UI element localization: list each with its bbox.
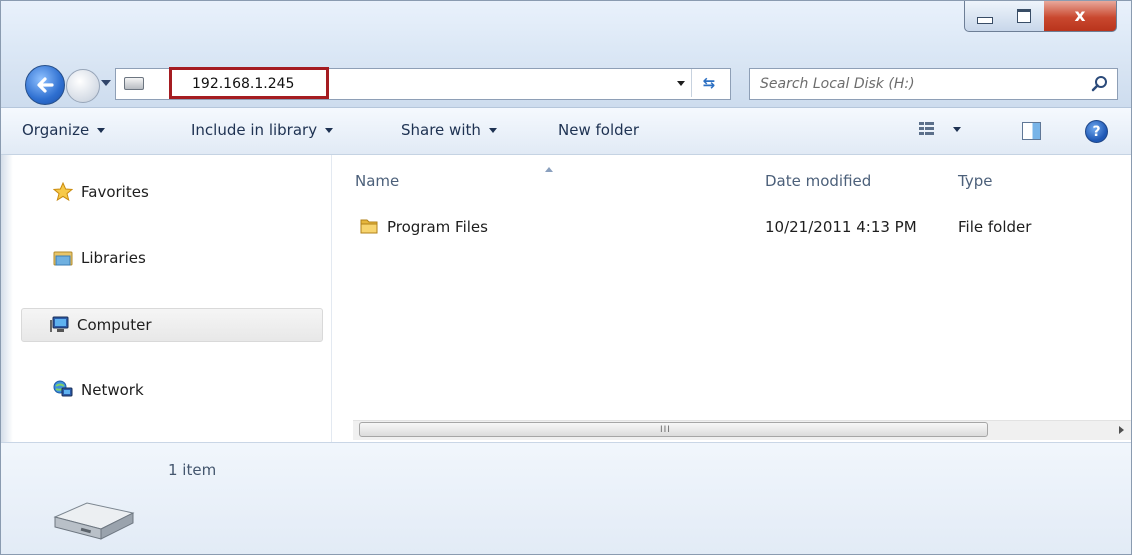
organize-menu[interactable]: Organize: [22, 121, 106, 139]
sidebar-item-label: Favorites: [81, 183, 149, 201]
search-input[interactable]: [760, 74, 1080, 94]
new-folder-label: New folder: [558, 121, 640, 139]
column-header-type[interactable]: Type: [958, 172, 992, 190]
chevron-down-icon: [97, 127, 106, 133]
explorer-window: x ⇆ Organize Include in library: [0, 0, 1132, 555]
star-icon: [53, 182, 73, 202]
title-bar: x: [1, 1, 1131, 59]
chevron-down-icon: [953, 126, 961, 132]
organize-label: Organize: [22, 121, 90, 139]
change-view-button[interactable]: [919, 122, 961, 136]
command-bar: Organize Include in library Share with N…: [1, 108, 1131, 155]
sidebar-item-libraries[interactable]: Libraries: [21, 242, 321, 274]
file-name: Program Files: [387, 218, 488, 236]
sidebar-item-label: Libraries: [81, 249, 146, 267]
file-type: File folder: [958, 218, 1032, 236]
column-header-name[interactable]: Name: [355, 172, 399, 190]
drive-icon: [53, 502, 135, 540]
file-list-pane: Name Date modified Type Program Files 10…: [332, 155, 1131, 442]
scrollbar-grip: III: [660, 425, 671, 435]
back-button[interactable]: [25, 65, 65, 105]
network-icon: [53, 380, 73, 397]
help-button[interactable]: ?: [1085, 120, 1108, 143]
sidebar-item-network[interactable]: Network: [21, 374, 321, 406]
scrollbar-thumb[interactable]: III: [359, 422, 988, 437]
sort-arrow-icon: [545, 167, 553, 172]
share-with-label: Share with: [401, 121, 481, 139]
file-row[interactable]: Program Files 10/21/2011 4:13 PM File fo…: [352, 213, 1112, 243]
include-in-library-menu[interactable]: Include in library: [191, 121, 334, 139]
maximize-button[interactable]: [1004, 1, 1045, 32]
close-icon: x: [1074, 6, 1086, 26]
recent-pages-dropdown[interactable]: [101, 80, 111, 86]
address-highlight-box: [169, 67, 329, 99]
include-in-library-label: Include in library: [191, 121, 318, 139]
item-count: 1 item: [168, 461, 217, 479]
folder-icon: [360, 219, 378, 234]
help-icon: ?: [1092, 123, 1101, 140]
search-icon[interactable]: [1091, 75, 1109, 93]
views-icon: [919, 122, 935, 136]
sidebar-item-favorites[interactable]: Favorites: [21, 176, 321, 208]
sidebar-item-label: Computer: [77, 316, 152, 334]
chevron-down-icon: [488, 127, 497, 133]
new-folder-button[interactable]: New folder: [558, 121, 639, 139]
libraries-icon: [53, 251, 73, 266]
address-dropdown[interactable]: [677, 81, 685, 86]
address-bar[interactable]: [115, 67, 731, 100]
maximize-icon: [1017, 9, 1031, 23]
back-arrow-icon: [37, 77, 54, 93]
refresh-button[interactable]: ⇆: [691, 69, 726, 97]
details-pane: 1 item: [1, 442, 1131, 554]
scroll-right-arrow-icon[interactable]: [1119, 426, 1124, 434]
minimize-icon: [977, 16, 993, 24]
forward-button[interactable]: [66, 69, 100, 103]
drive-icon: [124, 77, 144, 90]
minimize-button[interactable]: [964, 1, 1006, 32]
close-button[interactable]: x: [1044, 1, 1117, 32]
chevron-down-icon: [325, 127, 334, 133]
column-header-date-modified[interactable]: Date modified: [765, 172, 871, 190]
share-with-menu[interactable]: Share with: [401, 121, 497, 139]
horizontal-scrollbar[interactable]: III: [353, 420, 1131, 440]
sidebar-item-computer[interactable]: Computer: [21, 308, 323, 342]
preview-pane-button[interactable]: [1022, 122, 1041, 140]
navigation-pane-edge: [1, 155, 13, 442]
refresh-icon: ⇆: [702, 74, 716, 92]
file-date-modified: 10/21/2011 4:13 PM: [765, 218, 917, 236]
search-box[interactable]: [749, 68, 1118, 100]
sidebar-item-label: Network: [81, 381, 144, 399]
computer-icon: [50, 316, 69, 332]
